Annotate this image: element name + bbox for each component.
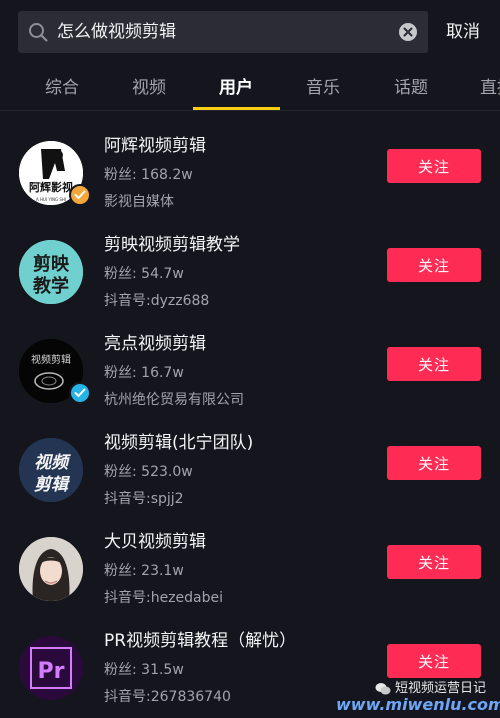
clear-icon[interactable] bbox=[398, 22, 418, 42]
avatar[interactable]: 剪映 教学 bbox=[19, 240, 83, 304]
user-description: 杭州绝伦贸易有限公司 bbox=[104, 392, 244, 408]
user-description: 抖音号:dyzz688 bbox=[104, 293, 210, 309]
user-list-item[interactable]: 阿辉影视 A HUI YING SHI 阿辉视频剪辑 粉丝: 168.2w 影视… bbox=[0, 124, 500, 223]
user-list-item[interactable]: 视频 剪辑 视频剪辑(北宁团队) 粉丝: 523.0w 抖音号:spjj2 关注 bbox=[0, 421, 500, 520]
user-list-item[interactable]: 视频剪辑 亮点视频剪辑 粉丝: 16.7w 杭州绝伦贸易有限公司 关注 bbox=[0, 322, 500, 421]
avatar-portrait-photo bbox=[19, 537, 83, 601]
category-tabs: 综合 视频 用户 音乐 话题 直播 bbox=[0, 64, 500, 111]
follow-button[interactable]: 关注 bbox=[387, 644, 481, 678]
verified-badge-icon bbox=[69, 382, 91, 404]
avatar[interactable]: 视频 剪辑 bbox=[19, 438, 83, 502]
avatar-logo-text: Pr bbox=[38, 659, 65, 684]
user-name: 剪映视频剪辑教学 bbox=[104, 235, 240, 255]
user-name: 大贝视频剪辑 bbox=[104, 532, 206, 552]
follow-button[interactable]: 关注 bbox=[387, 545, 481, 579]
user-fans: 粉丝: 168.2w bbox=[104, 167, 193, 183]
avatar[interactable]: Pr bbox=[19, 636, 83, 700]
avatar-logo-text-line2: 教学 bbox=[33, 275, 69, 297]
tab-videos[interactable]: 视频 bbox=[132, 76, 166, 100]
follow-button[interactable]: 关注 bbox=[387, 446, 481, 480]
cancel-button[interactable]: 取消 bbox=[446, 20, 480, 44]
user-fans: 粉丝: 23.1w bbox=[104, 563, 184, 579]
search-header: 怎么做视频剪辑 取消 bbox=[0, 0, 500, 64]
avatar-logo-text-line2: 剪辑 bbox=[34, 475, 71, 495]
avatar-jianying-logo: 剪映 教学 bbox=[19, 240, 83, 304]
user-fans: 粉丝: 54.7w bbox=[104, 266, 184, 282]
avatar-premiere-pro-logo: Pr bbox=[19, 636, 83, 700]
user-list-item[interactable]: 大贝视频剪辑 粉丝: 23.1w 抖音号:hezedabei 关注 bbox=[0, 520, 500, 619]
follow-button[interactable]: 关注 bbox=[387, 149, 481, 183]
user-name: PR视频剪辑教程（解忧） bbox=[104, 631, 297, 651]
user-list-item[interactable]: 剪映 教学 剪映视频剪辑教学 粉丝: 54.7w 抖音号:dyzz688 关注 bbox=[0, 223, 500, 322]
follow-button[interactable]: 关注 bbox=[387, 248, 481, 282]
active-tab-indicator bbox=[193, 107, 280, 110]
tab-topics[interactable]: 话题 bbox=[394, 76, 428, 100]
avatar-logo-text: 视频剪辑 bbox=[31, 353, 71, 366]
user-fans: 粉丝: 31.5w bbox=[104, 662, 184, 678]
search-icon bbox=[29, 23, 48, 42]
tab-comprehensive[interactable]: 综合 bbox=[45, 76, 79, 100]
tab-users[interactable]: 用户 bbox=[219, 76, 253, 100]
follow-button[interactable]: 关注 bbox=[387, 347, 481, 381]
tab-music[interactable]: 音乐 bbox=[306, 76, 340, 100]
avatar-logo-subtext: A HUI YING SHI bbox=[36, 197, 66, 202]
verified-badge-icon bbox=[69, 184, 91, 206]
avatar-logo-text-line1: 剪映 bbox=[33, 253, 70, 275]
avatar-logo-text-line1: 视频 bbox=[34, 453, 71, 473]
user-description: 影视自媒体 bbox=[104, 194, 174, 210]
search-query-text: 怎么做视频剪辑 bbox=[57, 22, 176, 42]
user-description: 抖音号:spjj2 bbox=[104, 491, 184, 507]
user-fans: 粉丝: 523.0w bbox=[104, 464, 193, 480]
user-fans: 粉丝: 16.7w bbox=[104, 365, 184, 381]
user-description: 抖音号:hezedabei bbox=[104, 590, 224, 606]
user-description: 抖音号:267836740 bbox=[104, 689, 231, 705]
avatar-logo-text: 阿辉影视 bbox=[29, 180, 73, 194]
user-name: 亮点视频剪辑 bbox=[104, 334, 206, 354]
avatar[interactable] bbox=[19, 537, 83, 601]
watermark-url: www.miwenlu.com bbox=[336, 695, 500, 714]
tab-live[interactable]: 直播 bbox=[480, 76, 500, 100]
user-name: 阿辉视频剪辑 bbox=[104, 136, 206, 156]
search-input[interactable]: 怎么做视频剪辑 bbox=[18, 11, 428, 53]
avatar-spjj-logo: 视频 剪辑 bbox=[19, 438, 83, 502]
user-name: 视频剪辑(北宁团队) bbox=[104, 433, 254, 453]
